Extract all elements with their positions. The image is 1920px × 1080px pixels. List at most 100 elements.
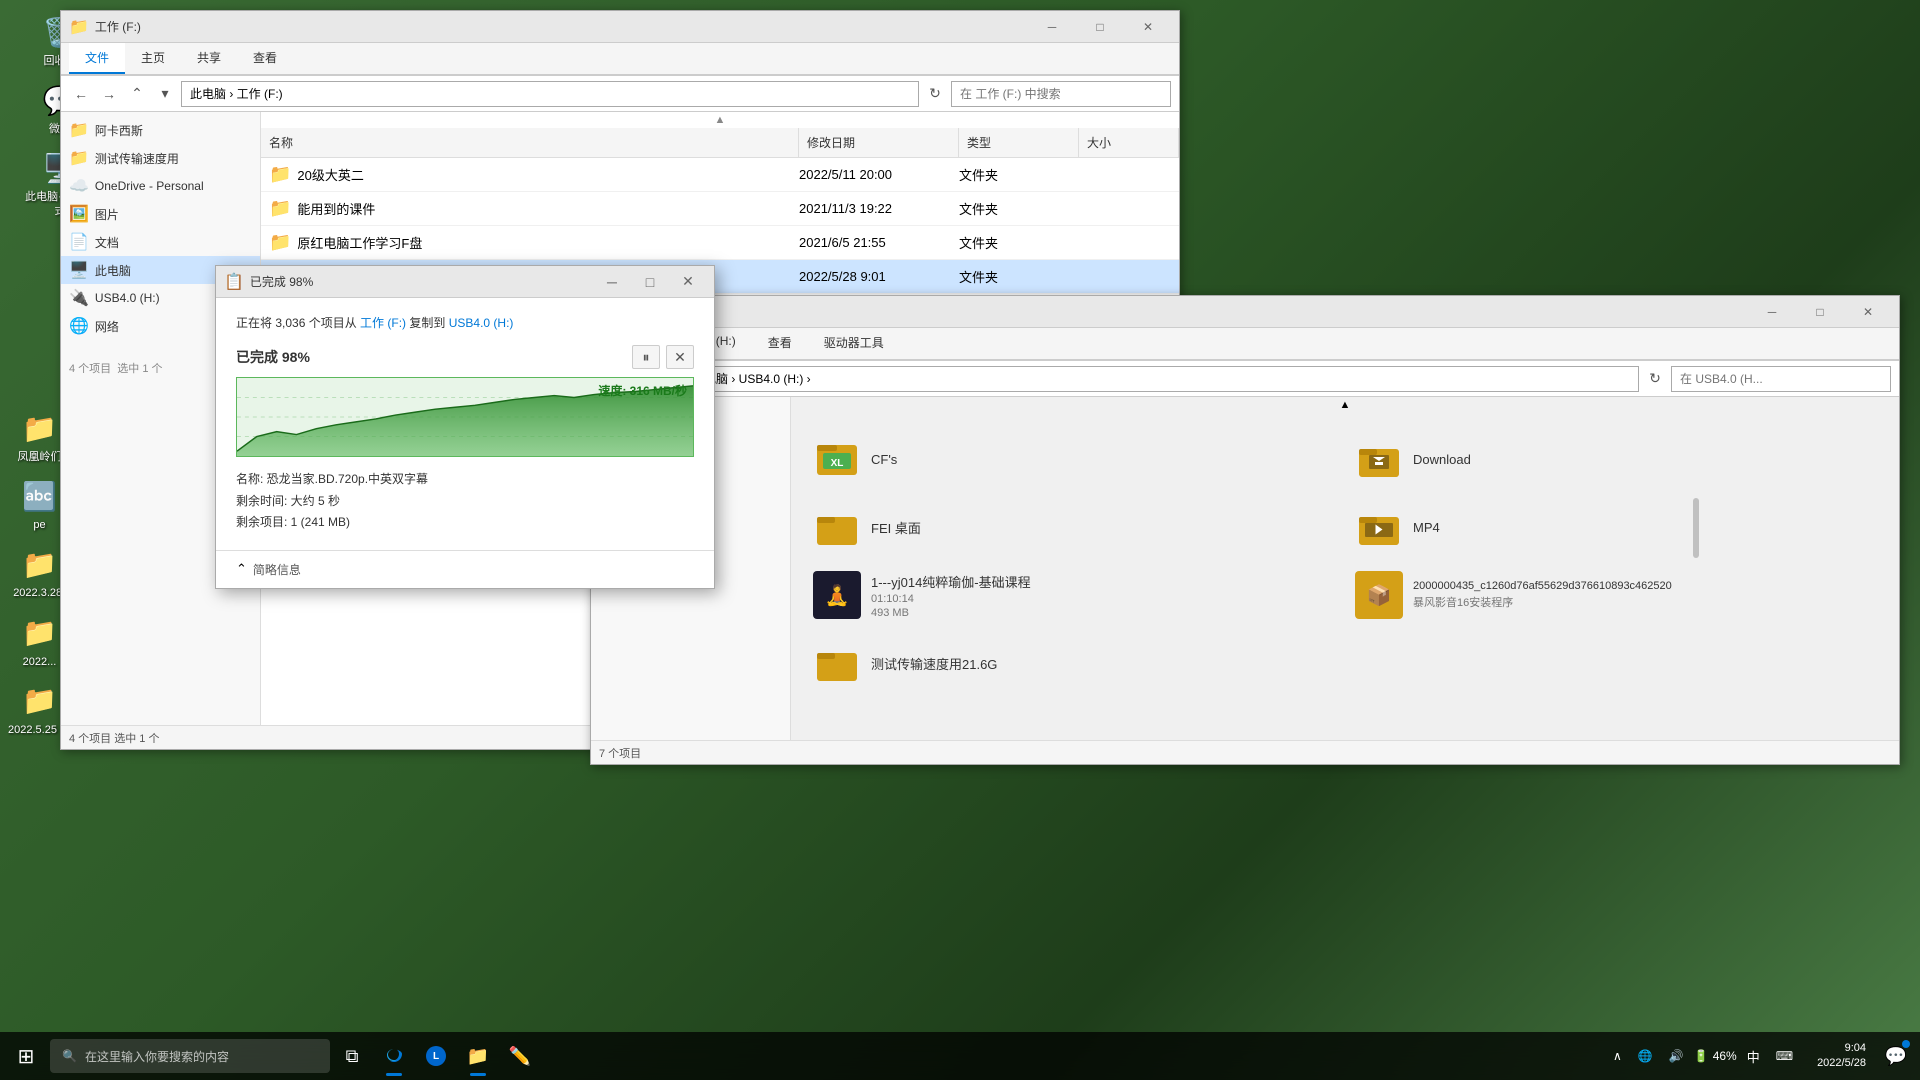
- tab-view[interactable]: 查看: [237, 43, 293, 74]
- ribbon-tabs: 文件 主页 共享 查看: [61, 43, 1179, 75]
- progress-maximize-button[interactable]: □: [632, 270, 668, 294]
- computer-icon: 🖥️: [69, 260, 89, 280]
- sidebar-item-documents[interactable]: 📄 文档: [61, 228, 260, 256]
- usb-file-fei[interactable]: FEI 桌面: [807, 497, 1341, 557]
- copy-progress-dialog: 📋 已完成 98% ─ □ ✕ 正在将 3,036 个项目从 工作 (F:) 复…: [215, 265, 715, 589]
- usb-file-area: ▲ XL CF's: [791, 397, 1899, 740]
- minimize-button[interactable]: ─: [1029, 13, 1075, 41]
- network-icon: 🌐: [69, 316, 89, 336]
- file-row-2[interactable]: 📁 原红电脑工作学习F盘 2021/6/5 21:55 文件夹: [261, 226, 1179, 260]
- clock-date: 2022/5/28: [1817, 1056, 1866, 1071]
- taskbar-search-box[interactable]: 🔍 在这里输入你要搜索的内容: [50, 1039, 330, 1073]
- usb-file-baofeng[interactable]: 📦 2000000435_c1260d76af55629d376610893c4…: [1349, 565, 1883, 625]
- usb-file-cfs[interactable]: XL CF's: [807, 429, 1341, 489]
- taskbar-explorer-icon[interactable]: 📁: [458, 1034, 498, 1078]
- file-row-0[interactable]: 📁 20级大英二 2022/5/11 20:00 文件夹: [261, 158, 1179, 192]
- start-button[interactable]: ⊞: [4, 1034, 48, 1078]
- clock-time: 9:04: [1817, 1041, 1866, 1056]
- file-name-label: 名称:: [236, 472, 267, 486]
- search-input[interactable]: [951, 81, 1171, 107]
- progress-file-info: 名称: 恐龙当家.BD.720p.中英双字幕 剩余时间: 大约 5 秒 剩余项目…: [236, 469, 694, 534]
- dropdown-button[interactable]: ▾: [153, 82, 177, 106]
- sidebar-item-pictures[interactable]: 🖼️ 图片: [61, 200, 260, 228]
- taskbar-app-icon[interactable]: ✏️: [500, 1034, 540, 1078]
- tab-file[interactable]: 文件: [69, 43, 125, 74]
- progress-actions: ⏸ ✕: [632, 345, 694, 369]
- usb-icon: 🔌: [69, 288, 89, 308]
- speed-test-folder-icon: [813, 639, 861, 687]
- up-button[interactable]: ⌃: [125, 82, 149, 106]
- usb-ribbon: 管理 USB4.0 (H:) 查看 驱动器工具: [591, 328, 1899, 361]
- notification-badge: [1902, 1040, 1910, 1048]
- usb-window: 💾 USB4.0 (H:) ─ □ ✕ 管理 USB4.0 (H:) 查看 驱动…: [590, 295, 1900, 765]
- forward-button[interactable]: →: [97, 82, 121, 106]
- explorer-title-icon: 📁: [69, 17, 89, 37]
- col-header-date[interactable]: 修改日期: [799, 128, 959, 157]
- speed-chart: 速度: 316 MB/秒: [236, 377, 694, 457]
- col-header-type[interactable]: 类型: [959, 128, 1079, 157]
- progress-close-button[interactable]: ✕: [670, 270, 706, 294]
- taskbar-clock[interactable]: 9:04 2022/5/28: [1809, 1041, 1874, 1072]
- sidebar-item-speed[interactable]: 📁 测试传输速度用: [61, 144, 260, 172]
- folder-icon: 📁: [69, 120, 89, 140]
- cancel-button[interactable]: ✕: [666, 345, 694, 369]
- taskbar-browser2-icon[interactable]: L: [416, 1034, 456, 1078]
- network-tray-icon[interactable]: 🌐: [1632, 1045, 1659, 1067]
- battery-tray-indicator[interactable]: 🔋 46%: [1694, 1049, 1737, 1063]
- tab-share[interactable]: 共享: [181, 43, 237, 74]
- sidebar-item-onedrive[interactable]: ☁️ OneDrive - Personal: [61, 172, 260, 200]
- yoga-thumbnail-icon: 🧘: [813, 571, 861, 619]
- speed-label: 速度: 316 MB/秒: [598, 382, 687, 399]
- file-row-1[interactable]: 📁 能用到的课件 2021/11/3 19:22 文件夹: [261, 192, 1179, 226]
- progress-info-text: 正在将 3,036 个项目从 工作 (F:) 复制到 USB4.0 (H:): [236, 314, 694, 333]
- sidebar-item-akaxisi[interactable]: 📁 阿卡西斯: [61, 116, 260, 144]
- notification-button[interactable]: 💬: [1876, 1034, 1916, 1078]
- usb-maximize-button[interactable]: □: [1797, 298, 1843, 326]
- usb-file-speed-test[interactable]: 测试传输速度用21.6G: [807, 633, 1341, 693]
- usb-file-yoga[interactable]: 🧘 1---yj014纯粹瑜伽-基础课程 01:10:14 493 MB: [807, 565, 1341, 625]
- progress-title-icon: 📋: [224, 272, 244, 292]
- progress-header: 已完成 98% ⏸ ✕: [236, 345, 694, 369]
- close-button[interactable]: ✕: [1125, 13, 1171, 41]
- col-header-name[interactable]: 名称: [261, 128, 799, 157]
- tab-home[interactable]: 主页: [125, 43, 181, 74]
- volume-tray-icon[interactable]: 🔊: [1663, 1045, 1690, 1067]
- col-header-size[interactable]: 大小: [1079, 128, 1179, 157]
- progress-minimize-button[interactable]: ─: [594, 270, 630, 294]
- svg-text:XL: XL: [831, 458, 844, 469]
- maximize-button[interactable]: □: [1077, 13, 1123, 41]
- dest-link[interactable]: USB4.0 (H:): [449, 316, 514, 330]
- items-label: 剩余项目:: [236, 515, 291, 529]
- usb-refresh-button[interactable]: ↻: [1643, 367, 1667, 391]
- usb-file-mp4[interactable]: MP4: [1349, 497, 1883, 557]
- pause-button[interactable]: ⏸: [632, 345, 660, 369]
- folder-icon: 📁: [269, 198, 291, 219]
- usb-file-download[interactable]: Download: [1349, 429, 1883, 489]
- task-view-button[interactable]: ⧉: [332, 1034, 372, 1078]
- taskbar: ⊞ 🔍 在这里输入你要搜索的内容 ⧉ L 📁 ✏️ ∧ 🌐 🔊 🔋 46% 中 …: [0, 1032, 1920, 1080]
- taskbar-edge-icon[interactable]: [374, 1034, 414, 1078]
- battery-icon: 🔋: [1694, 1049, 1709, 1063]
- ime-chinese-icon[interactable]: 中: [1741, 1043, 1766, 1070]
- usb-minimize-button[interactable]: ─: [1749, 298, 1795, 326]
- usb-file-grid: XL CF's: [791, 413, 1899, 709]
- explorer-title-text: 工作 (F:): [95, 18, 1023, 35]
- back-button[interactable]: ←: [69, 82, 93, 106]
- refresh-button[interactable]: ↻: [923, 82, 947, 106]
- tray-expand-button[interactable]: ∧: [1607, 1045, 1628, 1067]
- source-link[interactable]: 工作 (F:): [360, 316, 406, 330]
- ime-keyboard-icon[interactable]: ⌨: [1770, 1045, 1799, 1067]
- folder-icon: 📁: [269, 232, 291, 253]
- cloud-icon: ☁️: [69, 176, 89, 196]
- usb-address-input[interactable]: [683, 366, 1639, 392]
- baofeng-icon: 📦: [1355, 571, 1403, 619]
- progress-footer[interactable]: ⌃ 简略信息: [216, 550, 714, 588]
- usb-body: 💽 软件 (D:) 💽 宝宝和斐斐 (E:) 💽 工作 (F:) ▲: [591, 397, 1899, 740]
- usb-tab-driver[interactable]: 驱动器工具: [808, 328, 900, 359]
- usb-search-input[interactable]: [1671, 366, 1891, 392]
- progress-controls: ─ □ ✕: [594, 270, 706, 294]
- usb-tab-view[interactable]: 查看: [752, 328, 808, 359]
- time-label: 剩余时间:: [236, 494, 291, 508]
- address-input[interactable]: [181, 81, 919, 107]
- usb-close-button[interactable]: ✕: [1845, 298, 1891, 326]
